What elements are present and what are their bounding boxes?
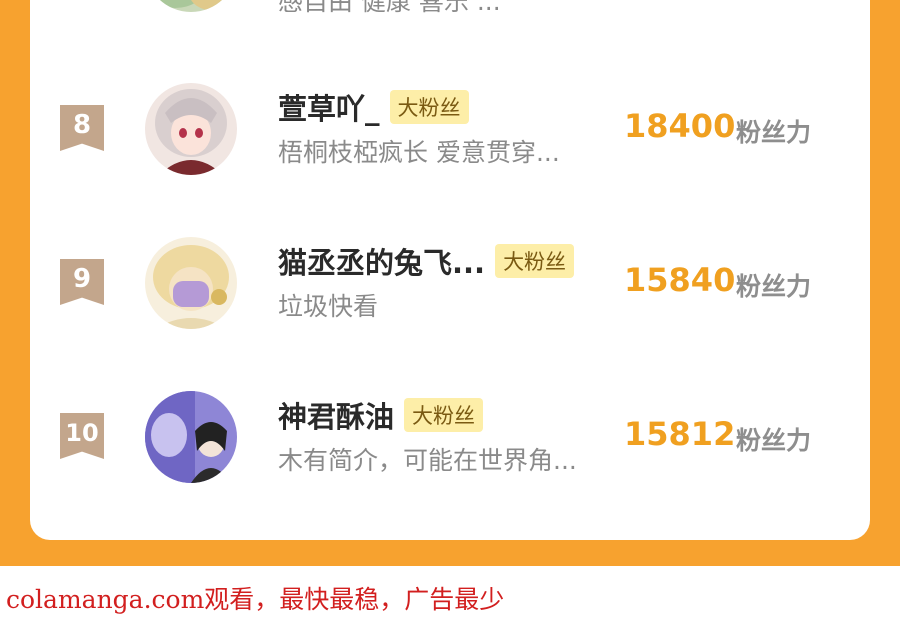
rank-badge: 9	[60, 259, 104, 305]
fan-level-badge: 大粉丝	[389, 90, 469, 124]
avatar	[145, 0, 237, 12]
avatar	[145, 83, 237, 175]
watermark-text: colamanga.com观看，最快最稳，广告最少	[6, 585, 505, 614]
fan-score: 15812	[624, 415, 736, 453]
list-item[interactable]: 8 萱草吖_ 大粉丝 梧桐枝椏疯长 爱意贯穿... 18400 粉丝力	[30, 83, 870, 193]
user-name: 神君酥油	[278, 400, 395, 434]
rank-badge: 8	[60, 105, 104, 151]
user-name: 猫丞丞的兔飞...	[278, 246, 486, 280]
user-name: 萱草吖_	[278, 92, 380, 126]
fan-score: 18400	[624, 107, 736, 145]
fan-score: 15840	[624, 261, 736, 299]
list-item[interactable]: 感自由 健康 喜乐 ...	[30, 0, 870, 28]
list-item[interactable]: 10 神君酥油 大粉丝 木有简介，可能在世界角... 15812 粉丝力	[30, 391, 870, 501]
fan-level-badge: 大粉丝	[404, 398, 484, 432]
fan-level-badge: 大粉丝	[495, 244, 575, 278]
fan-ranking-card: 感自由 健康 喜乐 ... 8 萱草吖_ 大粉丝 梧桐枝椏疯长 爱意贯穿... …	[30, 0, 870, 540]
rank-badge: 10	[60, 413, 104, 459]
fan-score-unit: 粉丝力	[736, 118, 812, 147]
bio-text: 木有简介，可能在世界角...	[278, 446, 577, 475]
fan-score-unit: 粉丝力	[736, 426, 812, 455]
list-item[interactable]: 9 猫丞丞的兔飞... 大粉丝 垃圾快看 15840 粉丝力	[30, 237, 870, 347]
avatar	[145, 237, 237, 329]
fan-score-unit: 粉丝力	[736, 272, 812, 301]
bio-text: 垃圾快看	[278, 292, 379, 321]
avatar	[145, 391, 237, 483]
bio-text: 感自由 健康 喜乐 ...	[278, 0, 501, 16]
bio-text: 梧桐枝椏疯长 爱意贯穿...	[278, 138, 560, 167]
